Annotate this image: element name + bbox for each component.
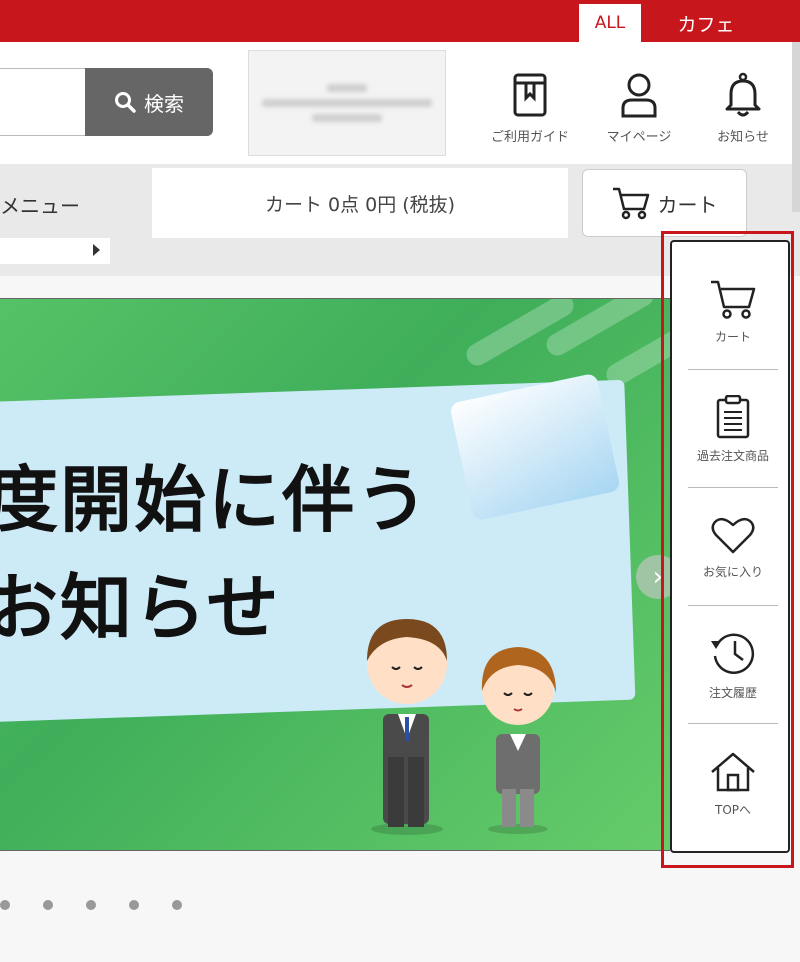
banner-line-2: お知らせ	[0, 566, 281, 650]
banner-line-1: 度開始に伴う	[0, 458, 431, 542]
guide-label: ご利用ガイド	[490, 130, 569, 145]
page-scrollbar[interactable]	[792, 42, 800, 212]
bell-icon	[721, 70, 765, 120]
side-cart-button[interactable]: カート	[688, 254, 778, 370]
cart-button[interactable]: カート	[582, 169, 747, 237]
side-favorites-button[interactable]: お気に入り	[688, 490, 778, 606]
bowing-staff-illustration	[367, 619, 556, 835]
clipboard-icon	[716, 395, 750, 439]
side-top-label: TOPへ	[714, 802, 751, 817]
mypage-label: マイページ	[606, 130, 672, 145]
notice-link[interactable]: お知らせ	[695, 70, 791, 145]
search-button[interactable]: 検索	[85, 68, 213, 136]
search-input[interactable]	[0, 68, 86, 136]
person-icon	[617, 70, 661, 120]
store-logo-blurred[interactable]	[248, 50, 446, 156]
cart-icon	[711, 280, 756, 319]
tab-cafe[interactable]: カフェ	[641, 4, 771, 42]
menu-label[interactable]: メニュー	[0, 190, 80, 219]
cart-button-label: カート	[657, 192, 718, 217]
tab-all[interactable]: ALL	[579, 4, 641, 42]
pagination-dot[interactable]	[129, 900, 139, 910]
search-icon	[115, 92, 136, 113]
floating-side-panel: カート 過去注文商品 お気に入り 注文履歴 TOPへ	[670, 240, 790, 853]
side-order-history-label: 注文履歴	[708, 686, 757, 700]
pagination-dot[interactable]	[86, 900, 96, 910]
search-button-label: 検索	[144, 91, 184, 116]
hero-banner[interactable]: 度開始に伴う お知らせ	[0, 298, 670, 851]
side-cart-label: カート	[714, 330, 751, 344]
menu-arrow-icon[interactable]	[93, 244, 100, 256]
banner-pagination	[0, 900, 182, 910]
history-clock-icon	[711, 633, 755, 674]
cart-summary: カート 0点 0円 (税抜)	[152, 168, 568, 238]
side-past-orders-label: 過去注文商品	[696, 449, 769, 463]
pagination-dot[interactable]	[0, 900, 10, 910]
heart-icon	[711, 517, 755, 554]
side-past-orders-button[interactable]: 過去注文商品	[688, 372, 778, 488]
pagination-dot[interactable]	[43, 900, 53, 910]
mypage-link[interactable]: マイページ	[591, 70, 687, 145]
site-header: 検索 ご利用ガイド マイページ お知らせ	[0, 42, 800, 164]
side-order-history-button[interactable]: 注文履歴	[688, 608, 778, 724]
notice-label: お知らせ	[717, 130, 769, 145]
home-icon	[711, 752, 755, 791]
side-favorites-label: お気に入り	[702, 565, 763, 579]
pagination-dot[interactable]	[172, 900, 182, 910]
cart-icon	[612, 187, 649, 220]
guide-link[interactable]: ご利用ガイド	[482, 70, 578, 145]
guide-book-icon	[508, 70, 552, 120]
side-top-button[interactable]: TOPへ	[688, 726, 778, 842]
